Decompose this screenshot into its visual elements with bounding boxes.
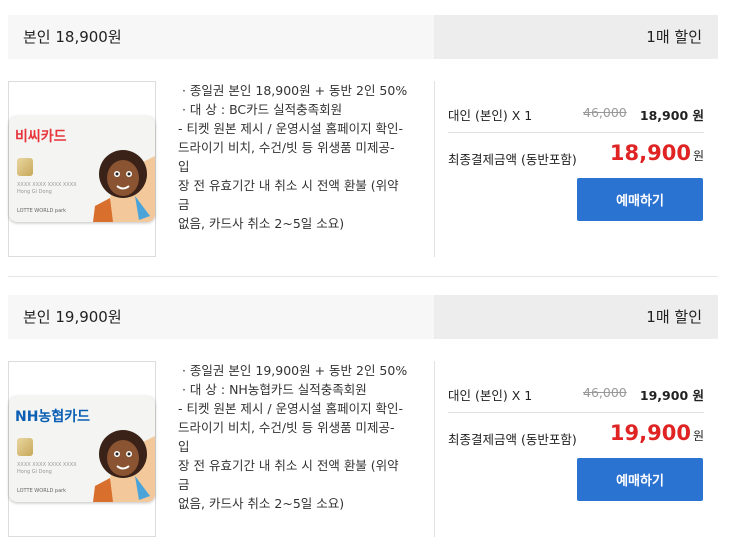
reserve-button[interactable]: 예매하기: [577, 458, 703, 501]
total-row: 최종결제금액 (동반포함) 18,900 원: [448, 141, 704, 171]
header-discount: 1매 할인: [434, 295, 718, 339]
original-price: 46,000: [583, 385, 627, 400]
card-holder-text: Hong Gi Dong: [17, 189, 52, 195]
desc-line: 드라이기 비치, 수건/빗 등 위생품 미제공- 입: [178, 420, 399, 454]
desc-line: 장 전 유효기간 내 취소 시 전액 환불 (위약금: [178, 458, 399, 492]
card-brand: LOTTE WORLD park: [17, 488, 67, 494]
offer-header: 본인 19,900원 1매 할인: [8, 295, 718, 339]
sale-price: 18,900 원: [639, 108, 704, 123]
desc-line: - 티켓 원본 제시 / 운영시설 홈페이지 확인-: [178, 401, 404, 416]
card-image-box: NH농협카드 XXXX XXXX XXXX XXXX Hong Gi Dong …: [8, 361, 156, 537]
offer-description: · 종일권 본인 18,900원 + 동반 2인 50% · 대 상 : BC카…: [178, 81, 410, 233]
total-label: 최종결제금액 (동반포함): [448, 152, 577, 167]
card-chip-icon: [17, 438, 33, 456]
desc-line: 없음, 카드사 취소 2~5일 소요): [178, 216, 345, 231]
vertical-divider: [434, 361, 435, 537]
reserve-button[interactable]: 예매하기: [577, 178, 703, 221]
desc-line: 없음, 카드사 취소 2~5일 소요): [178, 496, 345, 511]
card-number: XXXX XXXX XXXX XXXX Hong Gi Dong: [17, 182, 77, 196]
nh-card-image: NH농협카드 XXXX XXXX XXXX XXXX Hong Gi Dong …: [9, 396, 155, 502]
card-image-box: 비씨카드 XXXX XXXX XXXX XXXX Hong Gi Dong LO…: [8, 81, 156, 257]
total-amount: 18,900: [609, 141, 691, 165]
card-holder-text: Hong Gi Dong: [17, 469, 52, 475]
desc-line: · 종일권 본인 18,900원 + 동반 2인 50%: [178, 83, 408, 98]
card-chip-icon: [17, 158, 33, 176]
bc-card-image: 비씨카드 XXXX XXXX XXXX XXXX Hong Gi Dong LO…: [9, 116, 155, 222]
qty-row: 대인 (본인) X 1 46,000 19,900 원: [448, 385, 704, 405]
total-price: 18,900 원: [610, 141, 704, 165]
offer-header: 본인 18,900원 1매 할인: [8, 15, 718, 59]
qty-label: 대인 (본인) X 1: [448, 108, 533, 123]
vertical-divider: [434, 81, 435, 257]
total-row: 최종결제금액 (동반포함) 19,900 원: [448, 421, 704, 451]
card-number: XXXX XXXX XXXX XXXX Hong Gi Dong: [17, 462, 77, 476]
desc-line: 드라이기 비치, 수건/빗 등 위생품 미제공- 입: [178, 140, 399, 174]
price-divider: [448, 132, 704, 133]
qty-row: 대인 (본인) X 1 46,000 18,900 원: [448, 105, 704, 125]
desc-line: · 종일권 본인 19,900원 + 동반 2인 50%: [178, 363, 408, 378]
header-price: 본인 18,900원: [8, 15, 434, 59]
offer-description: · 종일권 본인 19,900원 + 동반 2인 50% · 대 상 : NH농…: [178, 361, 410, 513]
total-price: 19,900 원: [610, 421, 704, 445]
original-price: 46,000: [583, 105, 627, 120]
character-illustration: [93, 150, 155, 222]
price-divider: [448, 412, 704, 413]
card-number-text: XXXX XXXX XXXX XXXX: [17, 462, 77, 468]
card-brand: LOTTE WORLD park: [17, 208, 67, 214]
qty-label: 대인 (본인) X 1: [448, 388, 533, 403]
offer-divider: [8, 276, 718, 277]
sale-price: 19,900 원: [639, 388, 704, 403]
header-discount: 1매 할인: [434, 15, 718, 59]
desc-line: 장 전 유효기간 내 취소 시 전액 환불 (위약금: [178, 178, 399, 212]
nh-card-logo: NH농협카드: [15, 409, 90, 425]
desc-line: · 대 상 : NH농협카드 실적충족회원: [178, 382, 367, 397]
bc-card-logo: 비씨카드: [15, 129, 67, 145]
card-number-text: XXXX XXXX XXXX XXXX: [17, 182, 77, 188]
desc-line: - 티켓 원본 제시 / 운영시설 홈페이지 확인-: [178, 121, 404, 136]
total-label: 최종결제금액 (동반포함): [448, 432, 577, 447]
won-unit: 원: [692, 149, 704, 163]
desc-line: · 대 상 : BC카드 실적충족회원: [178, 102, 343, 117]
total-amount: 19,900: [609, 421, 691, 445]
header-price: 본인 19,900원: [8, 295, 434, 339]
won-unit: 원: [692, 429, 704, 443]
